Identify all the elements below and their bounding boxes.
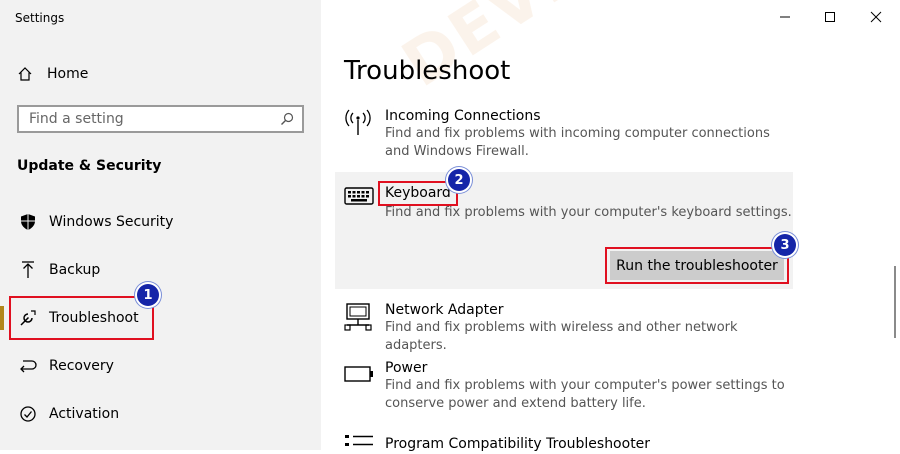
maximize-icon	[825, 12, 835, 22]
selection-indicator	[0, 306, 4, 330]
troubleshooter-program-compatibility[interactable]: Program Compatibility Troubleshooter	[385, 435, 650, 453]
troubleshooter-title: Program Compatibility Troubleshooter	[385, 436, 651, 452]
step-badge-2: 2	[448, 169, 470, 191]
window-title: Settings	[15, 11, 65, 25]
home-icon	[18, 67, 32, 81]
sidebar-item-label: Activation	[49, 406, 120, 422]
battery-icon	[343, 364, 375, 388]
highlight-box-keyboard	[378, 181, 458, 206]
keyboard-icon	[344, 186, 374, 210]
shield-icon	[17, 212, 39, 232]
troubleshooter-desc: Find and fix problems with wireless and …	[385, 320, 738, 353]
search-input[interactable]: Find a setting	[17, 105, 304, 133]
highlight-box-run-button	[605, 247, 789, 284]
sidebar-item-windows-security[interactable]: Windows Security	[17, 210, 173, 234]
troubleshooter-network-adapter[interactable]: Network Adapter Find and fix problems wi…	[385, 301, 795, 355]
troubleshooter-power[interactable]: Power Find and fix problems with your co…	[385, 359, 795, 413]
home-label: Home	[47, 66, 89, 82]
sidebar-item-activation[interactable]: Activation	[17, 402, 119, 426]
search-placeholder: Find a setting	[29, 111, 124, 127]
minimize-icon	[780, 16, 790, 18]
troubleshooter-title: Power	[385, 360, 428, 376]
troubleshooter-desc: Find and fix problems with your computer…	[385, 378, 785, 411]
sidebar-item-label: Backup	[49, 262, 101, 278]
activation-check-icon	[17, 404, 39, 424]
minimize-button[interactable]	[770, 6, 800, 28]
sidebar-item-backup[interactable]: Backup	[17, 258, 100, 282]
highlight-box-troubleshoot	[9, 296, 154, 340]
network-adapter-icon	[344, 302, 374, 336]
maximize-button[interactable]	[815, 6, 845, 28]
troubleshooter-title: Incoming Connections	[385, 108, 541, 124]
scrollbar-thumb[interactable]	[894, 266, 896, 338]
home-nav-item[interactable]: Home	[17, 64, 88, 84]
section-heading: Update & Security	[17, 158, 162, 174]
step-badge-3: 3	[774, 234, 796, 256]
sidebar-item-label: Windows Security	[49, 214, 174, 230]
troubleshooter-desc: Find and fix problems with incoming comp…	[385, 126, 770, 159]
step-badge-1: 1	[137, 284, 159, 306]
close-button[interactable]	[861, 6, 891, 28]
page-title: Troubleshoot	[344, 56, 511, 86]
recovery-icon	[17, 356, 39, 376]
sidebar-item-label: Recovery	[49, 358, 114, 374]
list-icon	[344, 434, 374, 454]
close-icon	[870, 11, 882, 23]
wireless-antenna-icon	[343, 108, 373, 140]
troubleshooter-title: Network Adapter	[385, 302, 504, 318]
backup-arrow-icon	[17, 260, 39, 280]
search-icon	[281, 112, 294, 125]
troubleshooter-incoming-connections[interactable]: Incoming Connections Find and fix proble…	[385, 107, 795, 161]
sidebar-item-recovery[interactable]: Recovery	[17, 354, 114, 378]
troubleshooter-desc: Find and fix problems with your computer…	[385, 205, 792, 220]
